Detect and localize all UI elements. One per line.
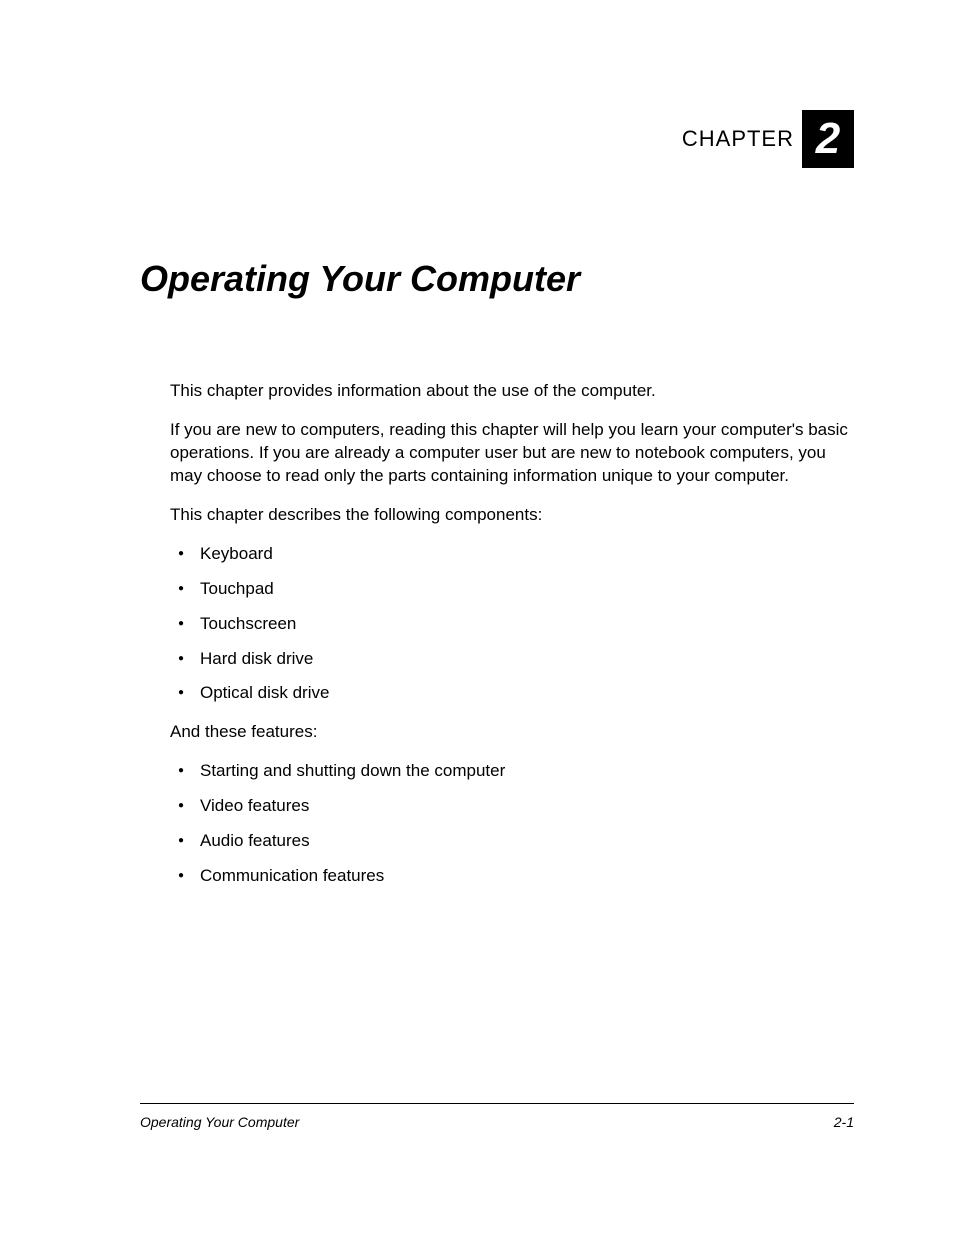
chapter-header: CHAPTER 2 [140,110,854,168]
body-text: This chapter provides information about … [170,380,854,888]
paragraph-intro: This chapter provides information about … [170,380,854,403]
paragraph-guidance: If you are new to computers, reading thi… [170,419,854,488]
list-item: Touchscreen [170,613,854,636]
list-item: Hard disk drive [170,648,854,671]
chapter-label: CHAPTER [682,126,794,152]
footer-title: Operating Your Computer [140,1114,299,1130]
components-list: Keyboard Touchpad Touchscreen Hard disk … [170,543,854,706]
list-item: Video features [170,795,854,818]
list-item: Starting and shutting down the computer [170,760,854,783]
page-footer: Operating Your Computer 2-1 [140,1103,854,1130]
list-item: Touchpad [170,578,854,601]
footer-page-number: 2-1 [834,1114,854,1130]
chapter-number: 2 [816,117,840,161]
page-content: CHAPTER 2 Operating Your Computer This c… [0,0,954,1080]
features-list: Starting and shutting down the computer … [170,760,854,888]
paragraph-components-intro: This chapter describes the following com… [170,504,854,527]
chapter-title: Operating Your Computer [140,258,854,300]
list-item: Communication features [170,865,854,888]
list-item: Optical disk drive [170,682,854,705]
chapter-number-box: 2 [802,110,854,168]
list-item: Audio features [170,830,854,853]
list-item: Keyboard [170,543,854,566]
paragraph-features-intro: And these features: [170,721,854,744]
